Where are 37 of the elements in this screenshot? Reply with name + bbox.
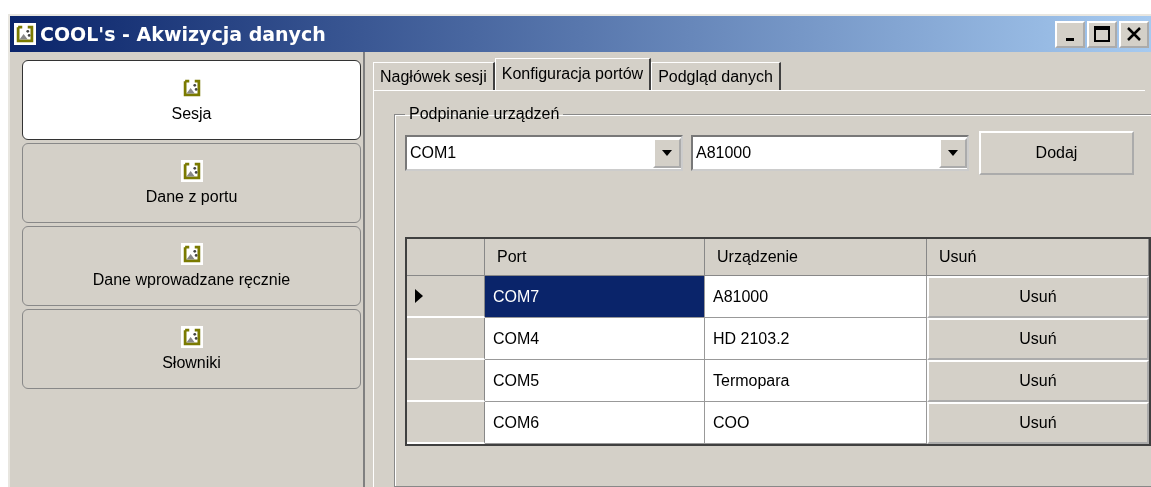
delete-button[interactable]: Usuń (927, 318, 1149, 360)
tab[interactable]: Podgląd danych (651, 62, 781, 90)
delete-button[interactable]: Usuń (927, 360, 1149, 402)
table-cell: COM6 (485, 402, 705, 444)
table-cell: HD 2103.2 (705, 318, 927, 360)
tab[interactable]: Konfiguracja portów (494, 58, 652, 90)
table-cell: COM5 (485, 360, 705, 402)
table-cell: A81000 (705, 276, 927, 318)
folder-icon (180, 160, 203, 182)
sidebar-item[interactable]: Sesja (22, 60, 361, 140)
group-title: Podpinanie urządzeń (408, 105, 561, 123)
window-title: COOL's - Akwizycja danych (40, 23, 327, 45)
minimize-button[interactable] (1055, 20, 1085, 48)
dropdown-arrow-icon (662, 150, 672, 156)
app-icon (14, 23, 36, 45)
table-cell: COM4 (485, 318, 705, 360)
device-dropdown[interactable]: A81000 (691, 135, 969, 171)
current-row-icon (415, 289, 423, 303)
delete-button[interactable]: Usuń (927, 402, 1149, 444)
table-cell: Termopara (705, 360, 927, 402)
table-cell: COO (705, 402, 927, 444)
port-dropdown[interactable]: COM1 (405, 135, 683, 171)
add-button[interactable]: Dodaj (979, 131, 1134, 175)
tab[interactable]: Nagłówek sesji (373, 62, 495, 90)
sidebar-item[interactable]: Dane z portu (22, 143, 361, 223)
minimize-icon (1066, 37, 1074, 41)
delete-button[interactable]: Usuń (927, 276, 1149, 318)
close-button[interactable] (1119, 20, 1149, 48)
maximize-icon (1094, 26, 1110, 42)
sidebar-item[interactable]: Słowniki (22, 309, 361, 389)
dropdown-arrow-icon (948, 150, 958, 156)
close-icon (1126, 26, 1142, 42)
table-cell: COM7 (485, 276, 705, 318)
folder-icon (180, 243, 203, 265)
folder-icon (180, 326, 203, 348)
sidebar-item[interactable]: Dane wprowadzane ręcznie (22, 226, 361, 306)
maximize-button[interactable] (1087, 20, 1117, 48)
